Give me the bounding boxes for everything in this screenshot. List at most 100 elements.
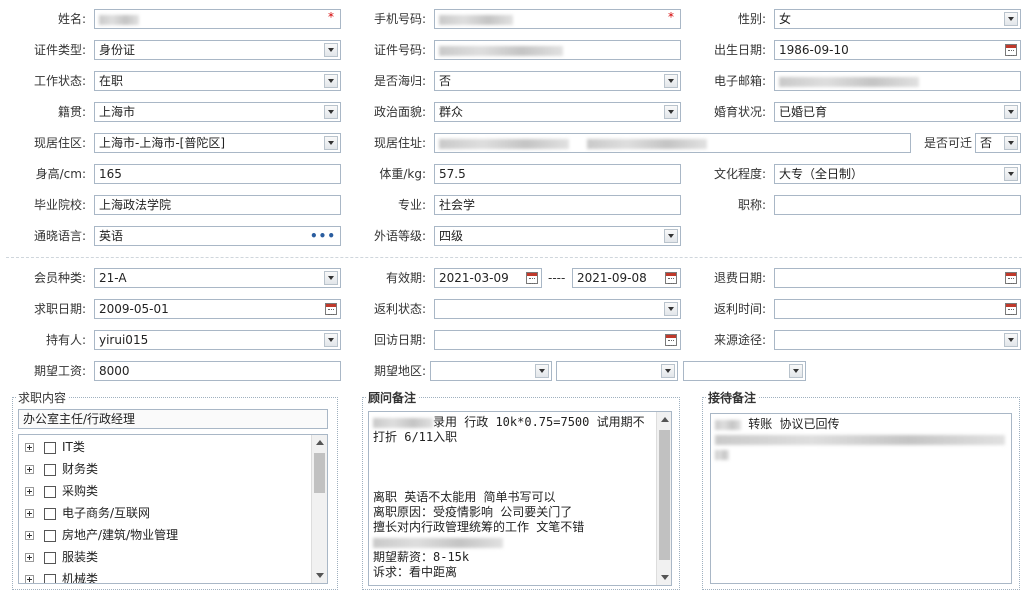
chevron-down-icon[interactable] [661, 364, 675, 378]
checkbox[interactable] [44, 573, 56, 583]
chevron-down-icon[interactable] [1004, 105, 1018, 119]
scroll-up-icon[interactable] [661, 417, 669, 422]
holder-select[interactable]: yirui015 [94, 330, 341, 350]
weight-field[interactable]: 57.5 [434, 164, 681, 184]
scroll-up-icon[interactable] [316, 440, 324, 445]
notes-scrollbar[interactable] [656, 412, 671, 585]
relocate-select[interactable]: 否 [975, 133, 1021, 153]
salary-field[interactable]: 8000 [94, 361, 341, 381]
calendar-icon[interactable] [1005, 303, 1017, 315]
language-field[interactable]: 英语 ••• [94, 226, 341, 246]
checkbox[interactable] [44, 485, 56, 498]
gender-select[interactable]: 女 [774, 9, 1021, 29]
redacted-address [586, 138, 707, 149]
rebate-status-select[interactable] [434, 299, 681, 319]
height-field[interactable]: 165 [94, 164, 341, 184]
chevron-down-icon[interactable] [664, 229, 678, 243]
scroll-down-icon[interactable] [661, 575, 669, 580]
scroll-down-icon[interactable] [316, 573, 324, 578]
birth-date-field[interactable]: 1986-09-10 [774, 40, 1021, 60]
email-label: 电子邮箱: [713, 74, 766, 88]
tree-scrollbar[interactable] [311, 435, 327, 583]
checkbox[interactable] [44, 463, 56, 476]
calendar-icon[interactable] [1005, 44, 1017, 56]
title-field[interactable] [774, 195, 1021, 215]
more-options-icon[interactable]: ••• [310, 229, 336, 243]
chevron-down-icon[interactable] [1004, 167, 1018, 181]
lang-level-select[interactable]: 四级 [434, 226, 681, 246]
chevron-down-icon[interactable] [664, 105, 678, 119]
chevron-down-icon[interactable] [324, 271, 338, 285]
visit-date-field[interactable] [434, 330, 681, 350]
checkbox[interactable] [44, 441, 56, 454]
tree-item[interactable]: 机械类 [25, 569, 98, 583]
region-district-select[interactable] [683, 361, 806, 381]
overseas-select[interactable]: 否 [434, 71, 681, 91]
source-select[interactable] [774, 330, 1021, 350]
calendar-icon[interactable] [665, 334, 677, 346]
tree-item[interactable]: IT类 [25, 437, 85, 457]
rebate-time-field[interactable] [774, 299, 1021, 319]
id-no-field[interactable] [434, 40, 681, 60]
chevron-down-icon[interactable] [664, 302, 678, 316]
calendar-icon[interactable] [1005, 272, 1017, 284]
school-field[interactable]: 上海政法学院 [94, 195, 341, 215]
job-date-field[interactable]: 2009-05-01 [94, 299, 341, 319]
checkbox[interactable] [44, 507, 56, 520]
residence-area-select[interactable]: 上海市-上海市-[普陀区] [94, 133, 341, 153]
scroll-thumb[interactable] [659, 430, 670, 560]
phone-field[interactable]: * [434, 9, 681, 29]
region-city-select[interactable] [556, 361, 678, 381]
tree-item[interactable]: 财务类 [25, 459, 98, 479]
expand-icon[interactable] [25, 465, 34, 474]
marital-select[interactable]: 已婚已育 [774, 102, 1021, 122]
validity-start-field[interactable]: 2021-03-09 [434, 268, 542, 288]
advisor-notes-textarea[interactable]: 录用 行政 10k*0.75=7500 试用期不 打折 6/11入职 离职 英语… [368, 411, 672, 586]
refund-date-field[interactable] [774, 268, 1021, 288]
expand-icon[interactable] [25, 443, 34, 452]
expand-icon[interactable] [25, 509, 34, 518]
job-category-tree[interactable]: IT类 财务类 采购类 电子商务/互联网 房地产/建筑/物业管理 服装类 机械类 [18, 434, 328, 584]
chevron-down-icon[interactable] [789, 364, 803, 378]
name-field[interactable]: * [94, 9, 341, 29]
native-select[interactable]: 上海市 [94, 102, 341, 122]
chevron-down-icon[interactable] [324, 333, 338, 347]
chevron-down-icon[interactable] [664, 74, 678, 88]
chevron-down-icon[interactable] [324, 136, 338, 150]
residence-addr-field[interactable] [434, 133, 911, 153]
chevron-down-icon[interactable] [1004, 333, 1018, 347]
expand-icon[interactable] [25, 575, 34, 583]
expand-icon[interactable] [25, 553, 34, 562]
major-label: 专业: [397, 198, 426, 212]
checkbox[interactable] [44, 529, 56, 542]
calendar-icon[interactable] [325, 303, 337, 315]
expand-icon[interactable] [25, 487, 34, 496]
education-select[interactable]: 大专（全日制） [774, 164, 1021, 184]
chevron-down-icon[interactable] [1004, 12, 1018, 26]
id-type-select[interactable]: 身份证 [94, 40, 341, 60]
chevron-down-icon[interactable] [324, 43, 338, 57]
work-status-select[interactable]: 在职 [94, 71, 341, 91]
reception-notes-textarea[interactable]: 转账 协议已回传 [710, 413, 1012, 584]
tree-item[interactable]: 采购类 [25, 481, 98, 501]
calendar-icon[interactable] [526, 272, 538, 284]
politics-select[interactable]: 群众 [434, 102, 681, 122]
member-type-select[interactable]: 21-A [94, 268, 341, 288]
height-label: 身高/cm: [35, 167, 86, 181]
chevron-down-icon[interactable] [324, 74, 338, 88]
tree-item[interactable]: 服装类 [25, 547, 98, 567]
chevron-down-icon[interactable] [1004, 136, 1018, 150]
email-field[interactable] [774, 71, 1021, 91]
major-field[interactable]: 社会学 [434, 195, 681, 215]
region-province-select[interactable] [430, 361, 552, 381]
tree-item[interactable]: 电子商务/互联网 [25, 503, 150, 523]
chevron-down-icon[interactable] [324, 105, 338, 119]
scroll-thumb[interactable] [314, 453, 325, 493]
selected-job-field[interactable]: 办公室主任/行政经理 [18, 409, 328, 429]
chevron-down-icon[interactable] [535, 364, 549, 378]
calendar-icon[interactable] [665, 272, 677, 284]
tree-item[interactable]: 房地产/建筑/物业管理 [25, 525, 178, 545]
checkbox[interactable] [44, 551, 56, 564]
expand-icon[interactable] [25, 531, 34, 540]
validity-end-field[interactable]: 2021-09-08 [572, 268, 681, 288]
